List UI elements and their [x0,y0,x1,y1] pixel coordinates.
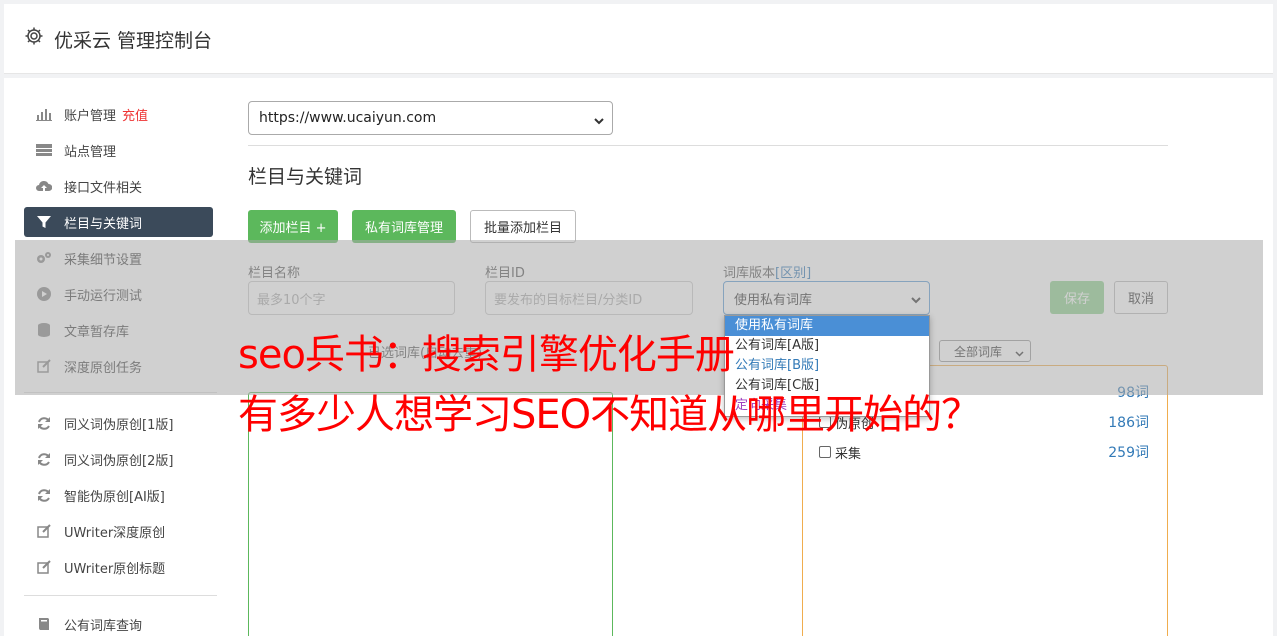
library-count: 98词 [1117,385,1149,401]
sidebar-item-columns[interactable]: 栏目与关键词 [24,207,213,237]
sidebar-item-api[interactable]: 接口文件相关 [24,171,213,201]
sidebar-item-label: 公有词库查询 [64,618,143,634]
edit-icon [36,559,52,575]
sidebar-item-sites[interactable]: 站点管理 [24,135,213,165]
column-name-input[interactable]: 最多10个字 [248,281,455,315]
sidebar-item-public-lib[interactable]: 公有词库查询 [24,609,213,636]
column-id-placeholder: 要发布的目标栏目/分类ID [494,292,643,308]
sidebar-item-label: 栏目与关键词 [64,216,143,232]
library-filter-select[interactable]: 全部词库 [939,340,1031,362]
gear-icon [24,26,44,46]
column-name-label: 栏目名称 [248,266,301,281]
sidebar-item-label: 采集细节设置 [64,252,143,268]
sidebar-item-uwriter-title[interactable]: UWriter原创标题 [24,552,213,582]
sidebar-divider [24,595,217,596]
cancel-button[interactable]: 取消 [1114,281,1168,314]
private-library-button[interactable]: 私有词库管理 [352,210,456,243]
sidebar-divider [24,392,217,393]
chevron-down-icon [594,114,604,130]
divider [248,145,1168,146]
sidebar-item-label: 同义词伪原创[1版] [64,417,174,433]
difference-link[interactable]: [区别] [775,266,811,281]
add-column-button[interactable]: 添加栏目 + [248,210,338,243]
library-filter-value: 全部词库 [954,344,1003,359]
app-title: 优采云 管理控制台 [54,30,213,52]
sidebar-item-article-store[interactable]: 文章暂存库 [24,315,213,345]
section-title: 栏目与关键词 [248,166,363,188]
dropdown-option[interactable]: 公有词库[A版] [725,336,929,356]
sidebar-item-ai-rewrite[interactable]: 智能伪原创[AI版] [24,480,213,510]
sidebar-item-uwriter-deep[interactable]: UWriter深度原创 [24,516,213,546]
site-select-value: https://www.ucaiyun.com [259,110,437,126]
save-button[interactable]: 保存 [1050,281,1104,314]
library-count: 186词 [1108,415,1149,431]
sidebar-item-label: 智能伪原创[AI版] [64,489,165,505]
cogs-icon [36,250,52,266]
chevron-down-icon [911,294,921,309]
sidebar-item-label: 账户管理 [64,108,117,124]
library-checkbox[interactable] [819,446,831,458]
sidebar-item-label: 同义词伪原创[2版] [64,453,174,469]
library-version-select[interactable]: 使用私有词库 [723,281,930,315]
edit-icon [36,523,52,539]
column-name-placeholder: 最多10个字 [257,292,326,308]
filter-icon [36,214,52,230]
site-select[interactable]: https://www.ucaiyun.com [248,101,613,135]
refresh-icon [36,451,52,467]
refresh-icon [36,487,52,503]
dropdown-option[interactable]: 使用私有词库 [725,316,929,336]
sidebar-item-label: 文章暂存库 [64,324,130,340]
edit-icon [36,358,52,374]
book-icon [36,616,52,632]
banner-line-1: seo兵书：搜索引擎优化手册 [238,332,735,378]
sidebar-item-account[interactable]: 账户管理 充值 [24,99,213,129]
recharge-link[interactable]: 充值 [122,105,148,124]
library-version-text: 词库版本 [723,266,776,281]
app-header: 优采云 管理控制台 [4,4,1273,74]
library-name: 采集 [835,446,862,462]
sidebar-item-synonym-v1[interactable]: 同义词伪原创[1版] [24,408,213,438]
sidebar-item-label: 手动运行测试 [64,288,143,304]
play-circle-icon [36,286,52,302]
banner-line-2: 有多少人想学习SEO不知道从哪里开始的？ [238,392,981,438]
refresh-icon [36,415,52,431]
server-icon [36,142,52,158]
sidebar-item-label: UWriter原创标题 [64,561,166,577]
library-version-label: 词库版本[区别] [723,262,811,281]
batch-add-column-button[interactable]: 批量添加栏目 [470,210,576,243]
cloud-upload-icon [36,178,52,194]
library-version-value: 使用私有词库 [734,292,813,308]
bar-chart-icon [36,106,52,122]
database-icon [36,322,52,338]
dropdown-option[interactable]: 公有词库[B版] [725,356,929,376]
sidebar-item-synonym-v2[interactable]: 同义词伪原创[2版] [24,444,213,474]
sidebar-item-label: 站点管理 [64,144,117,160]
column-id-label: 栏目ID [485,266,525,281]
sidebar-item-deep-original[interactable]: 深度原创任务 [24,351,213,381]
column-id-input[interactable]: 要发布的目标栏目/分类ID [485,281,693,315]
list-item[interactable]: 采集 259词 [819,442,1149,462]
library-count: 259词 [1108,445,1149,461]
sidebar-item-manual-run[interactable]: 手动运行测试 [24,279,213,309]
sidebar-item-label: UWriter深度原创 [64,525,166,541]
sidebar-item-collect[interactable]: 采集细节设置 [24,243,213,273]
chevron-down-icon [1015,347,1024,361]
sidebar-item-label: 深度原创任务 [64,360,143,376]
sidebar-item-label: 接口文件相关 [64,180,143,196]
